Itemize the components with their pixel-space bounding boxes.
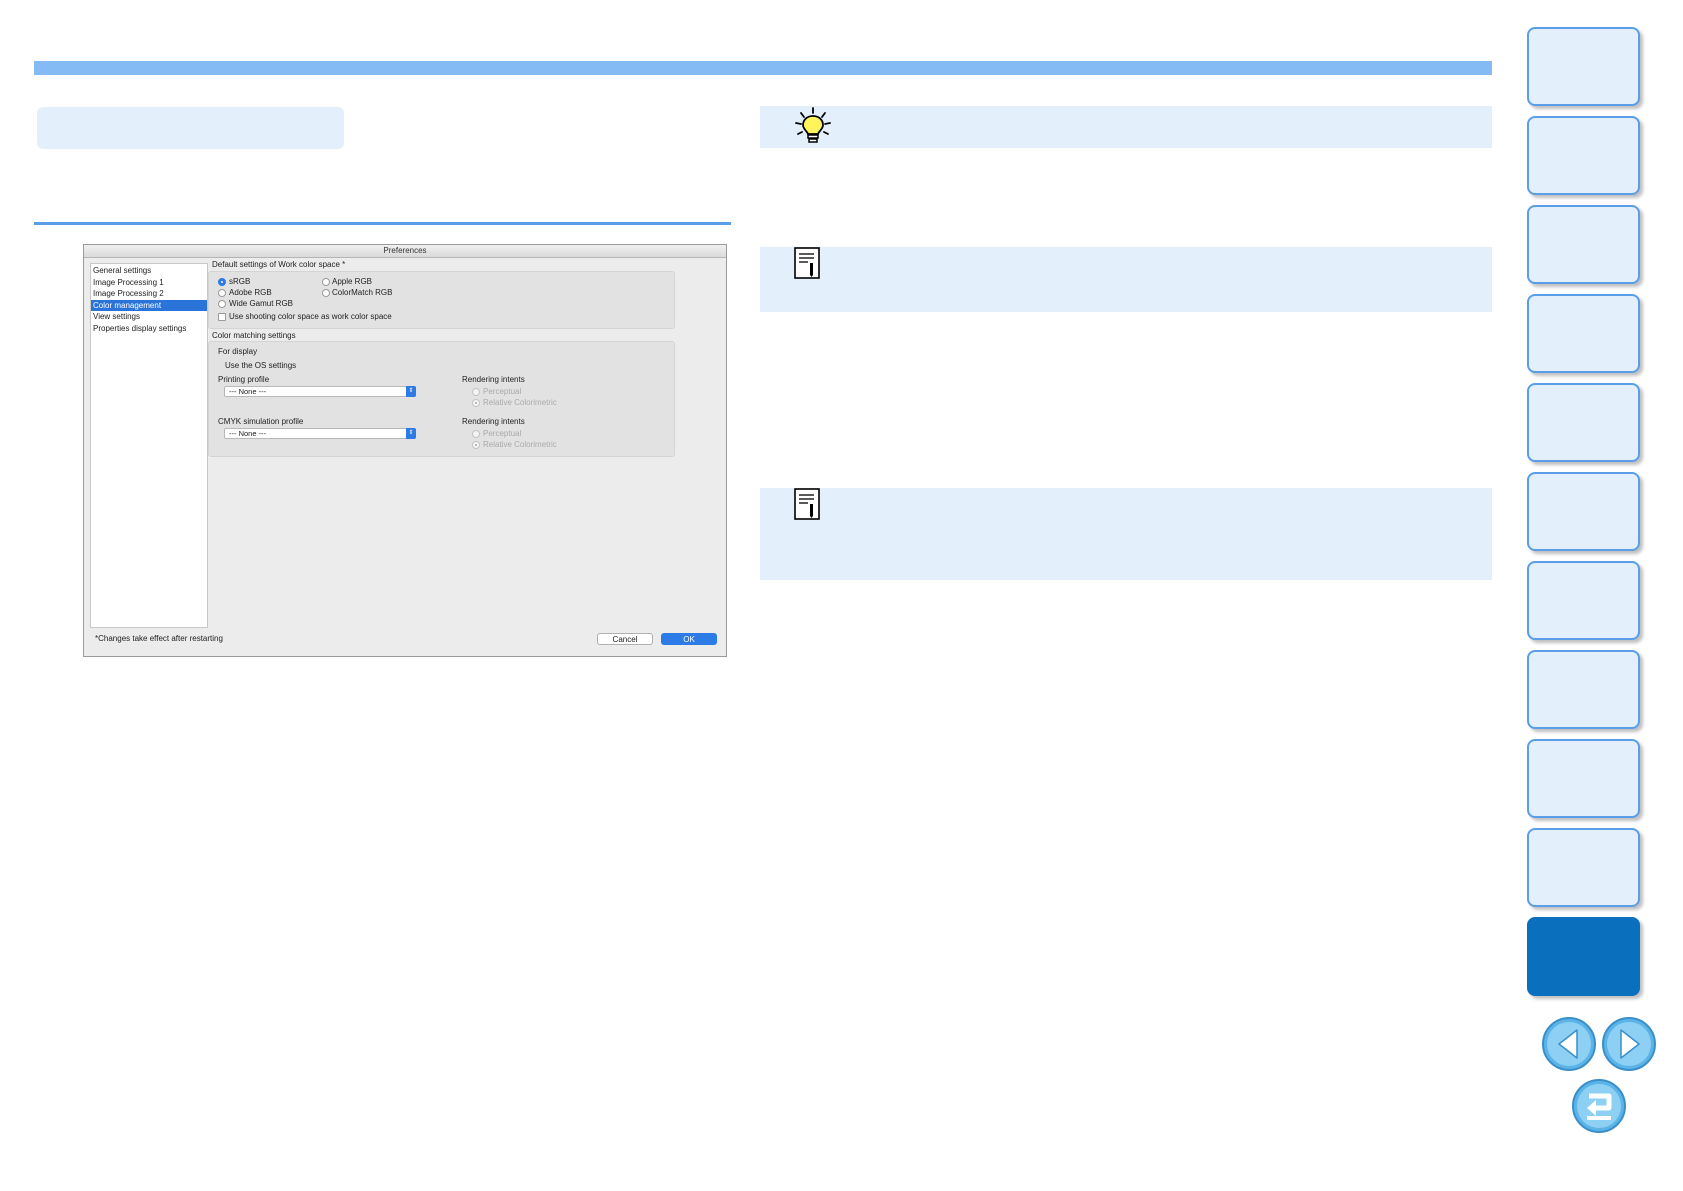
radio-colormatch-rgb[interactable] — [322, 289, 330, 297]
label-printing-relative: Relative Colorimetric — [483, 398, 557, 407]
sidebar-item-image-processing-1[interactable]: Image Processing 1 — [91, 277, 207, 289]
sidebar-item-view-settings[interactable]: View settings — [91, 311, 207, 323]
nav-tab-11-active[interactable] — [1527, 917, 1640, 996]
nav-tab-3[interactable] — [1527, 205, 1640, 284]
section-heading-box — [37, 107, 344, 149]
nav-tab-1[interactable] — [1527, 27, 1640, 106]
sidebar-item-general-settings[interactable]: General settings — [91, 265, 207, 277]
sidebar-item-color-management[interactable]: Color management — [91, 299, 207, 311]
nav-tab-2[interactable] — [1527, 116, 1640, 195]
ok-button[interactable]: OK — [661, 633, 717, 645]
memo-icon — [794, 247, 820, 279]
cmyk-profile-select[interactable]: --- None --- ⇕ — [224, 428, 416, 439]
chevron-updown-icon: ⇕ — [406, 386, 416, 397]
radio-cmyk-perceptual[interactable] — [472, 430, 480, 438]
window-title: Preferences — [84, 245, 726, 258]
use-shooting-checkbox[interactable] — [218, 313, 226, 321]
nav-tab-5[interactable] — [1527, 383, 1640, 462]
label-printing-rendering-intents: Rendering intents — [462, 375, 525, 384]
sidebar-item-properties-display-settings[interactable]: Properties display settings — [91, 323, 207, 335]
work-color-space-heading: Default settings of Work color space * — [212, 260, 346, 269]
printing-profile-value: --- None --- — [229, 387, 267, 396]
label-use-os-settings: Use the OS settings — [225, 361, 297, 370]
radio-cmyk-relative[interactable] — [472, 441, 480, 449]
nav-tab-8[interactable] — [1527, 650, 1640, 729]
nav-tab-4[interactable] — [1527, 294, 1640, 373]
preferences-window: Preferences General settings Image Proce… — [83, 244, 727, 657]
lightbulb-icon — [795, 107, 831, 143]
label-wide-gamut-rgb: Wide Gamut RGB — [229, 299, 294, 308]
label-colormatch-rgb: ColorMatch RGB — [332, 288, 393, 297]
nav-tab-10[interactable] — [1527, 828, 1640, 907]
tip-panel — [760, 106, 1492, 148]
radio-printing-perceptual[interactable] — [472, 388, 480, 396]
memo-icon — [794, 488, 820, 520]
radio-wide-gamut-rgb[interactable] — [218, 300, 226, 308]
cmyk-profile-value: --- None --- — [229, 429, 267, 438]
nav-tab-9[interactable] — [1527, 739, 1640, 818]
label-cmyk-rendering-intents: Rendering intents — [462, 417, 525, 426]
nav-tab-7[interactable] — [1527, 561, 1640, 640]
radio-printing-relative[interactable] — [472, 399, 480, 407]
work-color-space-group: sRGB Apple RGB Adobe RGB ColorMatch RGB … — [208, 271, 675, 329]
label-apple-rgb: Apple RGB — [332, 277, 373, 286]
note-panel-2 — [760, 488, 1492, 580]
label-use-shooting: Use shooting color space as work color s… — [229, 312, 392, 321]
preferences-sidebar: General settings Image Processing 1 Imag… — [90, 263, 208, 628]
section-rule — [34, 222, 731, 225]
nav-tab-6[interactable] — [1527, 472, 1640, 551]
sidebar-item-image-processing-2[interactable]: Image Processing 2 — [91, 288, 207, 300]
color-matching-heading: Color matching settings — [212, 331, 296, 340]
radio-adobe-rgb[interactable] — [218, 289, 226, 297]
header-bar — [34, 61, 1492, 75]
label-cmyk-perceptual: Perceptual — [483, 429, 522, 438]
note-panel-1 — [760, 247, 1492, 312]
label-cmyk-profile: CMYK simulation profile — [218, 417, 304, 426]
label-for-display: For display — [218, 347, 258, 356]
radio-srgb[interactable] — [218, 278, 226, 286]
printing-profile-select[interactable]: --- None --- ⇕ — [224, 386, 416, 397]
chevron-updown-icon: ⇕ — [406, 428, 416, 439]
label-srgb: sRGB — [229, 277, 251, 286]
label-printing-perceptual: Perceptual — [483, 387, 522, 396]
footer-note: *Changes take effect after restarting — [95, 634, 223, 643]
label-printing-profile: Printing profile — [218, 375, 270, 384]
arrow-right-icon[interactable] — [1601, 1016, 1657, 1072]
label-adobe-rgb: Adobe RGB — [229, 288, 272, 297]
label-cmyk-relative: Relative Colorimetric — [483, 440, 557, 449]
color-matching-group: For display Use the OS settings Printing… — [208, 341, 675, 457]
arrow-left-icon[interactable] — [1541, 1016, 1597, 1072]
cancel-button[interactable]: Cancel — [597, 633, 653, 645]
return-icon[interactable] — [1571, 1078, 1627, 1134]
radio-apple-rgb[interactable] — [322, 278, 330, 286]
